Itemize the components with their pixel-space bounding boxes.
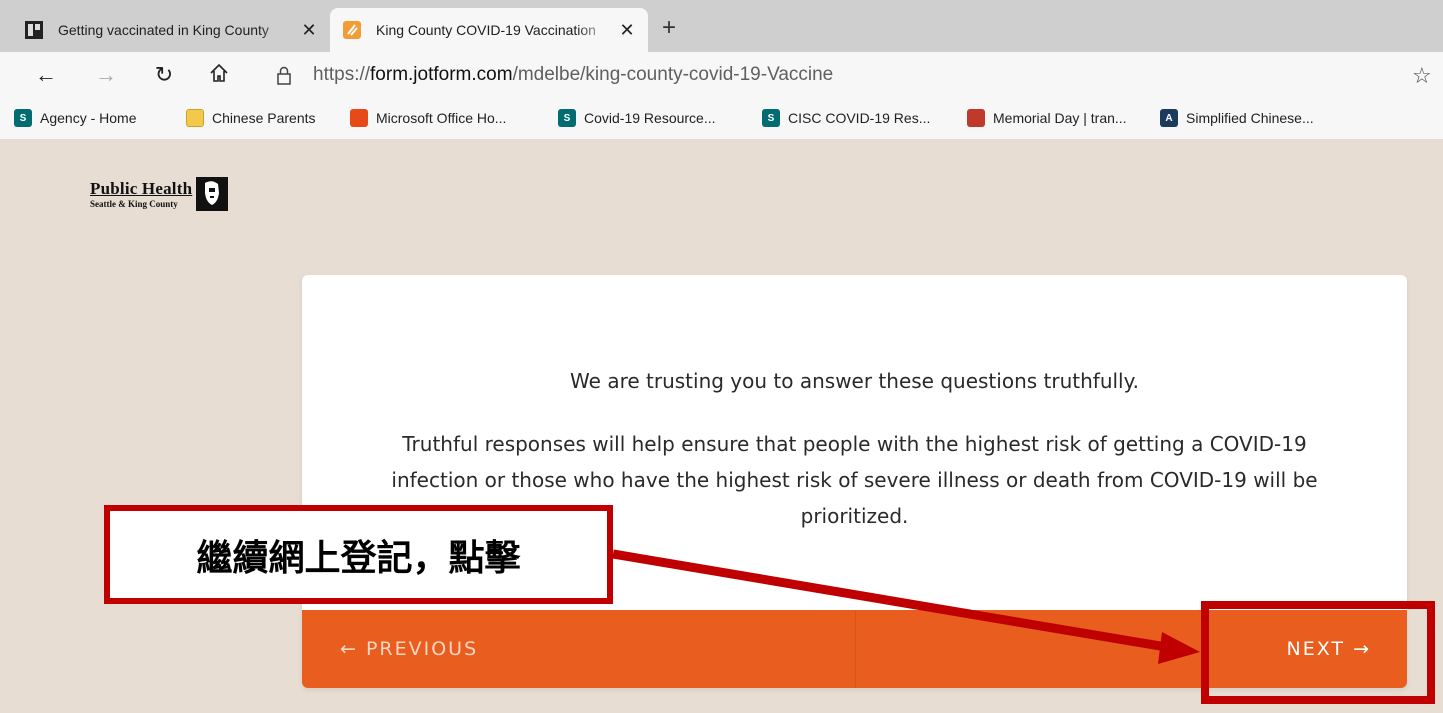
- bookmark-label: Memorial Day | tran...: [993, 110, 1127, 126]
- shield-crest-icon: [967, 109, 985, 127]
- public-health-logo: Public Health Seattle & King County: [90, 177, 229, 211]
- tab-title: Getting vaccinated in King County: [58, 22, 269, 38]
- bookmark-label: Chinese Parents: [212, 110, 316, 126]
- next-button-highlight: [1201, 601, 1435, 704]
- bookmark-chinese-parents[interactable]: Chinese Parents: [186, 109, 316, 127]
- bookmark-memorial-day[interactable]: Memorial Day | tran...: [967, 109, 1127, 127]
- bookmark-microsoft-office[interactable]: Microsoft Office Ho...: [350, 109, 506, 127]
- bookmark-covid-resources[interactable]: S Covid-19 Resource...: [558, 109, 716, 127]
- logo-title: Public Health: [90, 179, 193, 198]
- close-tab-icon[interactable]: ✕: [300, 20, 318, 41]
- jotform-icon: [342, 20, 362, 40]
- bookmark-agency-home[interactable]: S Agency - Home: [14, 109, 136, 127]
- bookmark-label: Microsoft Office Ho...: [376, 110, 507, 126]
- tab-strip: Getting vaccinated in King County ✕ King…: [0, 0, 1443, 52]
- tab-getting-vaccinated[interactable]: Getting vaccinated in King County ✕: [12, 8, 330, 52]
- bookmark-simplified-chinese[interactable]: A Simplified Chinese...: [1160, 109, 1314, 127]
- refresh-icon[interactable]: ↻: [150, 62, 178, 88]
- address-input[interactable]: https://form.jotform.com/mdelbe/king-cou…: [313, 64, 833, 86]
- tab-title: King County COVID-19 Vaccination: [376, 22, 596, 38]
- sharepoint-icon: S: [558, 109, 576, 127]
- address-toolbar: ← → ↻ https://form.jotform.com/mdelbe/ki…: [0, 52, 1443, 100]
- home-icon[interactable]: [205, 62, 233, 90]
- bookmark-label: Covid-19 Resource...: [584, 110, 716, 126]
- kingcounty-logo-icon: [24, 20, 44, 40]
- forward-arrow-icon[interactable]: →: [92, 62, 120, 88]
- url-path: /mdelbe/king-county-covid-19-Vaccine: [512, 64, 834, 85]
- bookmark-cisc-covid[interactable]: S CISC COVID-19 Res...: [762, 109, 930, 127]
- folder-icon: [186, 109, 204, 127]
- bookmarks-bar: S Agency - Home Chinese Parents Microsoft…: [0, 100, 1443, 140]
- back-arrow-icon[interactable]: ←: [32, 62, 60, 88]
- add-favorite-icon[interactable]: ☆: [1412, 63, 1432, 89]
- mlk-portrait-icon: [196, 177, 229, 211]
- url-prefix: https://: [313, 64, 371, 85]
- sharepoint-icon: S: [14, 109, 32, 127]
- office-icon: [350, 109, 368, 127]
- bookmark-label: CISC COVID-19 Res...: [788, 110, 931, 126]
- bookmark-label: Agency - Home: [40, 110, 137, 126]
- new-tab-button[interactable]: +: [662, 14, 676, 42]
- translate-icon: A: [1160, 109, 1178, 127]
- logo-subtitle: Seattle & King County: [90, 199, 178, 209]
- close-tab-icon[interactable]: ✕: [618, 20, 636, 41]
- url-domain: form.jotform.com: [370, 64, 513, 85]
- lock-icon[interactable]: [275, 65, 293, 87]
- sharepoint-icon: S: [762, 109, 780, 127]
- tab-king-county-covid[interactable]: King County COVID-19 Vaccination ✕: [330, 8, 648, 52]
- trust-statement: We are trusting you to answer these ques…: [570, 369, 1139, 393]
- previous-button[interactable]: ← PREVIOUS: [302, 610, 855, 688]
- bookmark-label: Simplified Chinese...: [1186, 110, 1314, 126]
- instruction-callout: 繼續網上登記，點擊: [104, 505, 613, 604]
